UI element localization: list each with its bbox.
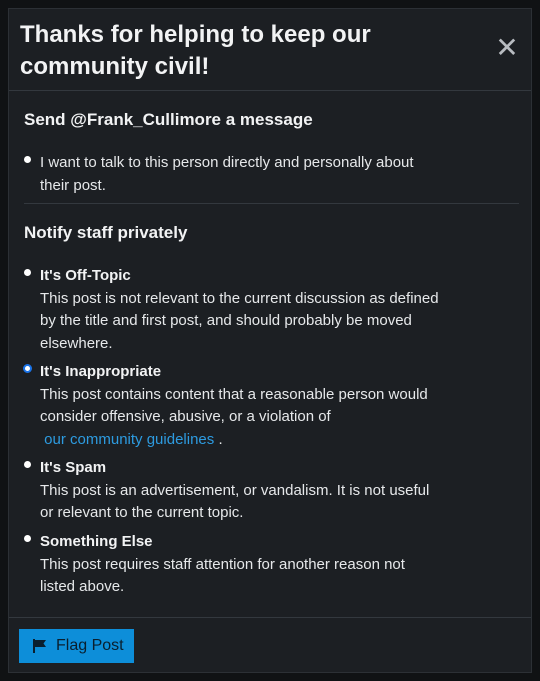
option-something-else-description: This post requires staff attention for a…	[40, 555, 405, 596]
radio-inappropriate[interactable]	[23, 364, 32, 373]
close-icon: ✕	[495, 32, 519, 63]
modal-footer: Flag Post	[9, 617, 531, 672]
radio-message-user[interactable]	[24, 156, 31, 163]
staff-section-title: Notify staff privately	[24, 223, 188, 242]
close-button[interactable]: ✕	[495, 32, 519, 63]
modal-title: Thanks for helping to keep our community…	[20, 21, 371, 80]
section-divider	[24, 203, 519, 204]
message-section-title: Send @Frank_Cullimore a message	[24, 110, 313, 129]
radio-something-else[interactable]	[24, 535, 31, 542]
community-guidelines-link[interactable]: our community guidelines	[44, 431, 214, 448]
flag-icon	[33, 639, 46, 653]
option-spam-description: This post is an advertisement, or vandal…	[40, 481, 430, 522]
option-spam-label: It's Spam	[40, 459, 107, 476]
option-message-user-text: I want to talk to this person directly a…	[40, 154, 414, 194]
option-inappropriate-label: It's Inappropriate	[40, 363, 162, 380]
flag-post-button-label: Flag Post	[56, 637, 124, 654]
option-off-topic-description: This post is not relevant to the current…	[40, 289, 439, 352]
radio-spam[interactable]	[24, 461, 31, 468]
option-something-else-label: Something Else	[40, 533, 153, 550]
flag-post-button[interactable]: Flag Post	[19, 629, 134, 663]
option-inappropriate-description: This post contains content that a reason…	[40, 385, 428, 426]
option-off-topic-label: It's Off-Topic	[40, 267, 131, 284]
radio-off-topic[interactable]	[24, 269, 31, 276]
flag-modal: Thanks for helping to keep our community…	[8, 8, 532, 673]
option-inappropriate-suffix: .	[218, 430, 223, 448]
modal-header: Thanks for helping to keep our community…	[9, 9, 531, 91]
